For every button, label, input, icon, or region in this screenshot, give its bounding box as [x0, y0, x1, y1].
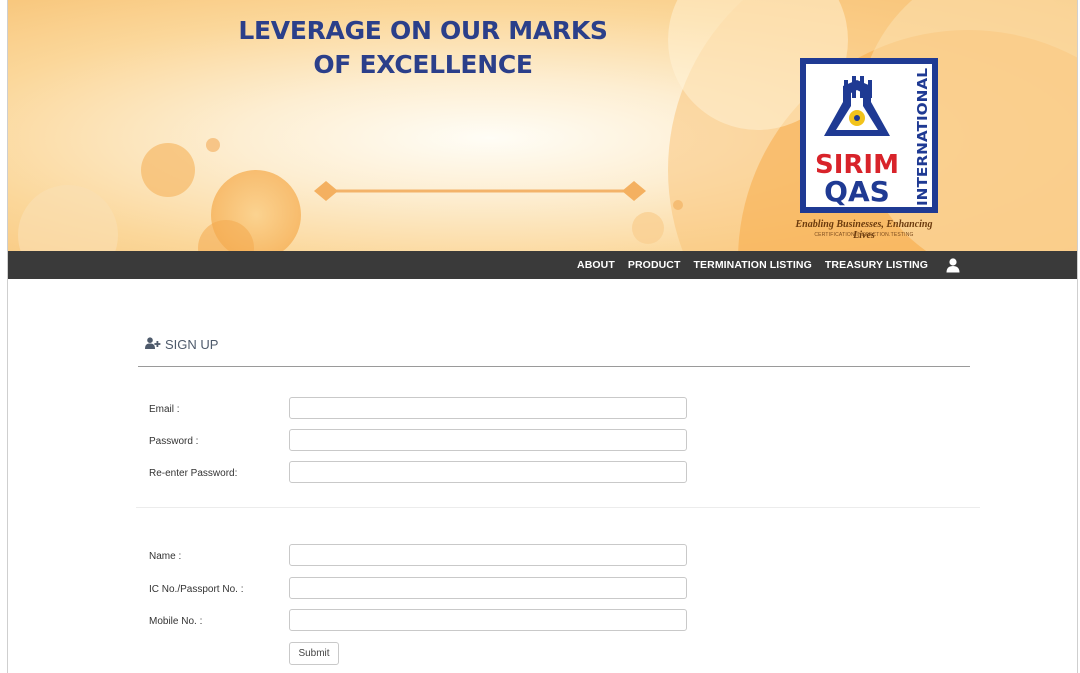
add-user-icon	[145, 337, 161, 352]
submit-button[interactable]: Submit	[289, 642, 339, 665]
mobile-field[interactable]	[289, 609, 687, 631]
section-divider	[136, 507, 980, 508]
email-label: Email :	[149, 404, 180, 415]
name-label: Name :	[149, 551, 182, 562]
banner-headline: LEVERAGE ON OUR MARKS OF EXCELLENCE	[208, 14, 638, 82]
sirim-qas-logo: SIRIM QAS INTERNATIONAL	[800, 58, 938, 213]
nav-item-product[interactable]: PRODUCT	[628, 259, 681, 271]
signup-title: SIGN UP	[165, 337, 219, 352]
password-field[interactable]	[289, 429, 687, 451]
ic-passport-label: IC No./Passport No. :	[149, 584, 244, 595]
header-banner: LEVERAGE ON OUR MARKS OF EXCELLENCE SIRI…	[8, 0, 1077, 251]
headline-line-2: OF EXCELLENCE	[313, 50, 533, 79]
nav-item-treasury-listing[interactable]: TREASURY LISTING	[825, 259, 928, 271]
logo-text-international: INTERNATIONAL	[915, 68, 931, 206]
heading-divider	[138, 366, 970, 367]
headline-line-1: LEVERAGE ON OUR MARKS	[238, 16, 608, 45]
nav-item-about[interactable]: ABOUT	[577, 259, 615, 271]
signup-heading: SIGN UP	[145, 337, 218, 352]
reenter-password-label: Re-enter Password:	[149, 468, 238, 479]
reenter-password-field[interactable]	[289, 461, 687, 483]
nav-item-termination-listing[interactable]: TERMINATION LISTING	[694, 259, 812, 271]
password-label: Password :	[149, 436, 199, 447]
mobile-label: Mobile No. :	[149, 616, 203, 627]
nav-menu: ABOUT PRODUCT TERMINATION LISTING TREASU…	[577, 251, 961, 279]
email-field[interactable]	[289, 397, 687, 419]
user-icon[interactable]	[945, 257, 961, 273]
logo-tagline-sub: CERTIFICATION.INSPECTION.TESTING	[814, 232, 914, 238]
name-field[interactable]	[289, 544, 687, 566]
main-navbar: ABOUT PRODUCT TERMINATION LISTING TREASU…	[8, 251, 1077, 279]
page-frame: LEVERAGE ON OUR MARKS OF EXCELLENCE SIRI…	[7, 0, 1078, 673]
ic-passport-field[interactable]	[289, 577, 687, 599]
logo-text-qas: QAS	[824, 175, 890, 208]
